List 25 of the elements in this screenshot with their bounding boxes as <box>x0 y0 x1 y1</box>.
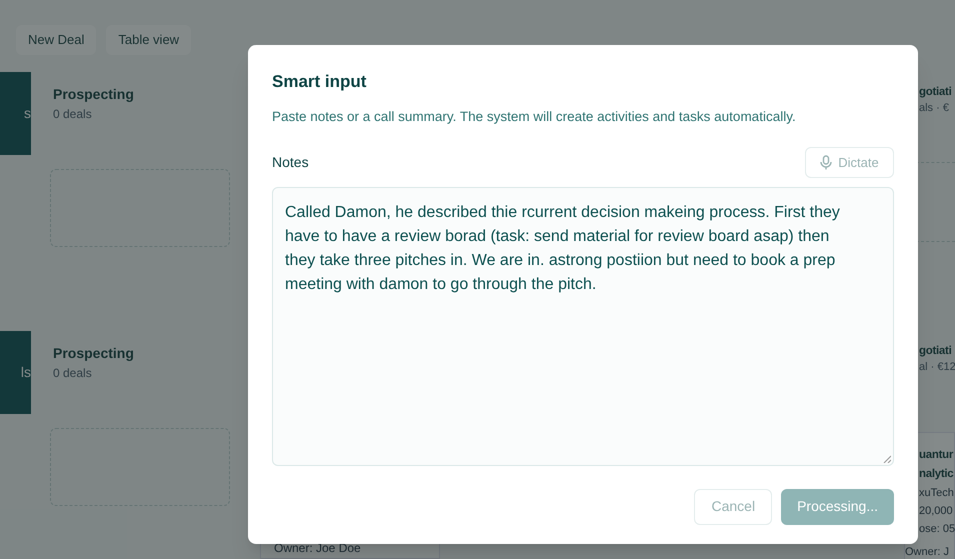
lane-label: ls <box>20 363 31 382</box>
deal-count: 0 deals <box>52 365 93 382</box>
resize-handle-icon[interactable] <box>883 454 891 463</box>
lane-label: s <box>24 104 31 123</box>
notes-label: Notes <box>272 152 309 172</box>
card-text: 20,000 <box>918 504 954 519</box>
column-title: Prospecting <box>52 344 135 363</box>
card-text: Owner: J <box>905 545 950 559</box>
column-title: Prospecting <box>52 85 135 104</box>
modal-description: Paste notes or a call summary. The system will create activities and tasks automatically. <box>272 108 797 126</box>
deal-count: al · €12 <box>918 360 955 375</box>
card-text: ose: 05 <box>918 522 954 537</box>
card-text: nalytic <box>918 467 954 482</box>
card-text: uantur <box>918 448 954 463</box>
deal-count: 0 deals <box>52 106 93 123</box>
deal-count: als · € <box>918 101 950 116</box>
card-text: xuTech <box>918 486 954 501</box>
column-title: gotiati <box>918 85 952 100</box>
toolbar-button[interactable]: New Deal <box>16 25 96 55</box>
toolbar-button[interactable]: Table view <box>106 25 192 55</box>
column-title: gotiati <box>918 344 952 359</box>
microphone-icon <box>820 154 832 170</box>
modal-title: Smart input <box>272 71 368 93</box>
notes-field[interactable]: Called Damon, he described thie rcurrent decision makeing process. First they have to have a review borad (task: send material for review board asap) then they take three pitches in. We are in. astrong postiion but need to book a prep meeting with damon to go through the pitch. <box>272 186 894 466</box>
card-owner: Owner: Joe Doe <box>274 540 362 557</box>
